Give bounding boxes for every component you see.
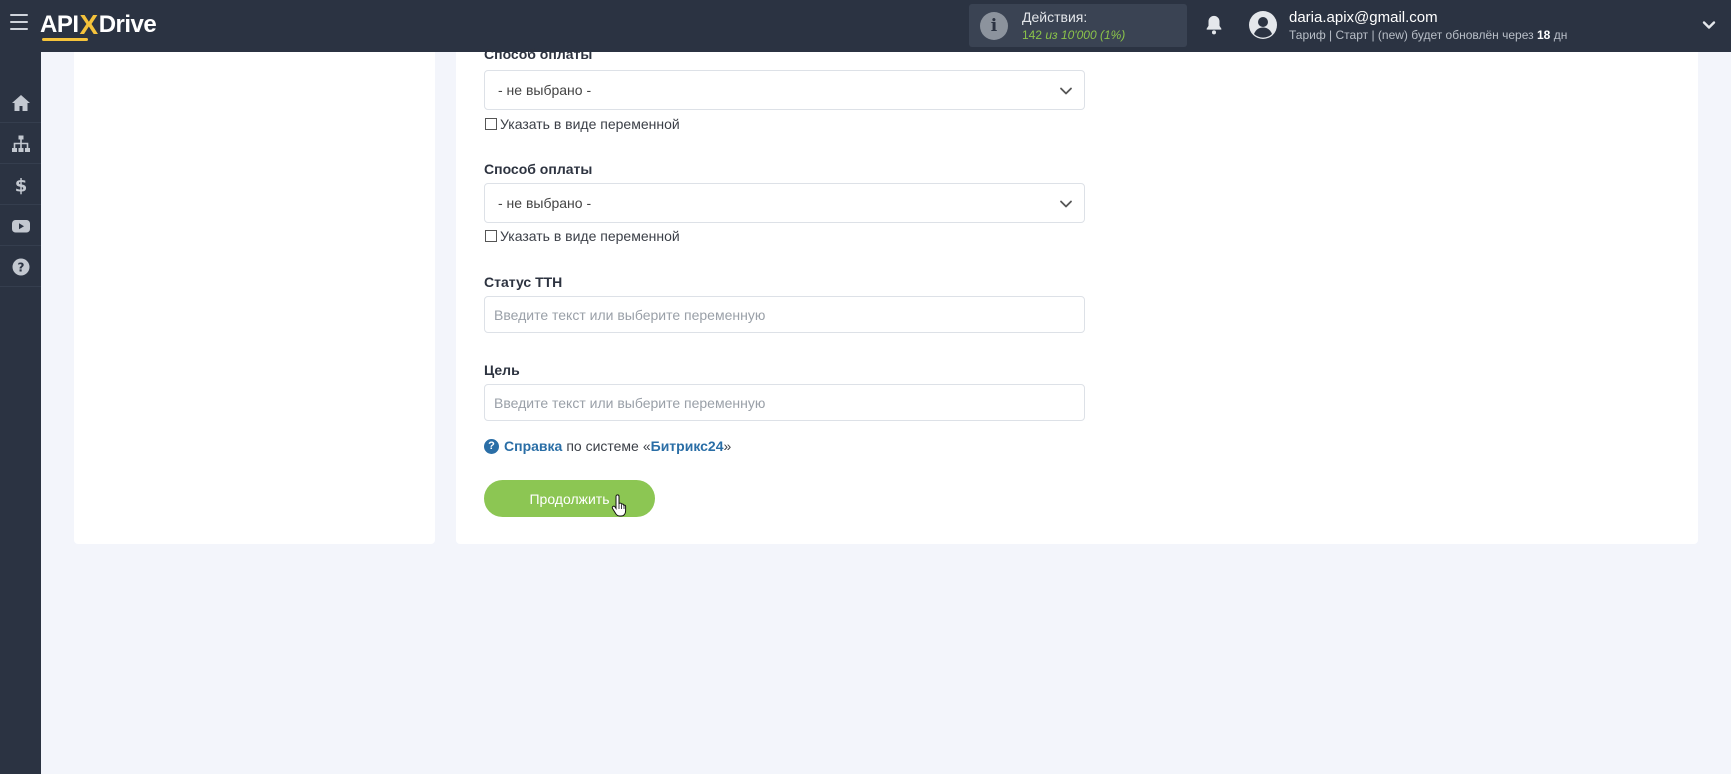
- help-circle-icon: ?: [484, 438, 499, 454]
- help-line: ? Справка по системе «Битрикс24»: [484, 438, 731, 454]
- help-system-link[interactable]: Битрикс24: [651, 438, 724, 454]
- help-close-quote: »: [723, 438, 732, 454]
- chevron-down-icon[interactable]: [1701, 17, 1717, 33]
- logo-drive-text: Drive: [98, 11, 157, 38]
- chevron-down-icon: [1060, 87, 1072, 95]
- actions-count: 142 из 10'000 (1%): [1022, 28, 1125, 42]
- ttn-status-input[interactable]: [484, 296, 1085, 333]
- variable-checkbox-1[interactable]: [485, 118, 497, 130]
- actions-current: 142: [1022, 28, 1043, 42]
- help-middle-text: по системе: [566, 438, 639, 454]
- variable-checkbox-2[interactable]: [485, 230, 497, 242]
- payment-method-label-1: Способ оплаты: [484, 46, 593, 62]
- payment-method-label-2: Способ оплаты: [484, 161, 593, 177]
- home-icon: [11, 94, 30, 111]
- chevron-down-icon: [1060, 200, 1072, 208]
- sidebar-item-connections[interactable]: [0, 124, 41, 164]
- actions-counter[interactable]: i Действия: 142 из 10'000 (1%): [969, 4, 1187, 47]
- ttn-status-label: Статус ТТН: [484, 274, 563, 290]
- user-email[interactable]: daria.apix@gmail.com: [1289, 9, 1438, 26]
- apix-drive-logo[interactable]: API X Drive: [40, 9, 157, 40]
- logo-x-text: X: [79, 9, 99, 40]
- goal-input[interactable]: [484, 384, 1085, 421]
- user-icon[interactable]: [1249, 11, 1277, 39]
- info-icon: i: [980, 12, 1008, 40]
- sidebar: $ ?: [0, 52, 41, 774]
- help-open-quote: «: [642, 438, 651, 454]
- payment-method-select-2[interactable]: - не выбрано -: [484, 183, 1085, 223]
- variable-checkbox-row-2[interactable]: Указать в виде переменной: [485, 228, 680, 244]
- logo-api-text: API: [40, 11, 79, 38]
- hand-cursor-icon: [611, 494, 627, 517]
- plan-info: Тариф | Старт | (new) будет обновлён чер…: [1289, 28, 1567, 42]
- dollar-icon: $: [14, 175, 27, 195]
- plan-unit: дн: [1553, 28, 1568, 42]
- sidebar-item-billing[interactable]: $: [0, 165, 41, 205]
- variable-checkbox-label-2: Указать в виде переменной: [500, 228, 680, 244]
- payment-method-value-2: - не выбрано -: [498, 195, 592, 211]
- payment-method-value-1: - не выбрано -: [498, 82, 592, 98]
- svg-text:?: ?: [17, 260, 24, 274]
- variable-checkbox-label-1: Указать в виде переменной: [500, 116, 680, 132]
- top-bar: API X Drive i Действия: 142 из 10'000 (1%)…: [0, 0, 1731, 52]
- help-link[interactable]: Справка: [504, 438, 562, 454]
- plan-days: 18: [1537, 28, 1551, 42]
- svg-text:$: $: [14, 175, 27, 195]
- menu-icon[interactable]: [10, 14, 28, 30]
- variable-checkbox-row-1[interactable]: Указать в виде переменной: [485, 116, 680, 132]
- youtube-icon: [11, 219, 30, 232]
- goal-label: Цель: [484, 362, 520, 378]
- plan-text: Тариф | Старт | (new) будет обновлён чер…: [1289, 28, 1534, 42]
- sidebar-item-video[interactable]: [0, 206, 41, 246]
- left-panel: [74, 52, 435, 544]
- sitemap-icon: [11, 135, 30, 152]
- sidebar-item-home[interactable]: [0, 83, 41, 123]
- continue-button[interactable]: Продолжить: [484, 480, 655, 517]
- help-icon: ?: [12, 258, 29, 275]
- payment-method-select-1[interactable]: - не выбрано -: [484, 70, 1085, 110]
- actions-title: Действия:: [1022, 9, 1088, 25]
- actions-limit: из 10'000 (1%): [1045, 28, 1126, 42]
- sidebar-item-help[interactable]: ?: [0, 247, 41, 287]
- logo-underline: [42, 38, 88, 41]
- bell-icon[interactable]: [1203, 14, 1225, 36]
